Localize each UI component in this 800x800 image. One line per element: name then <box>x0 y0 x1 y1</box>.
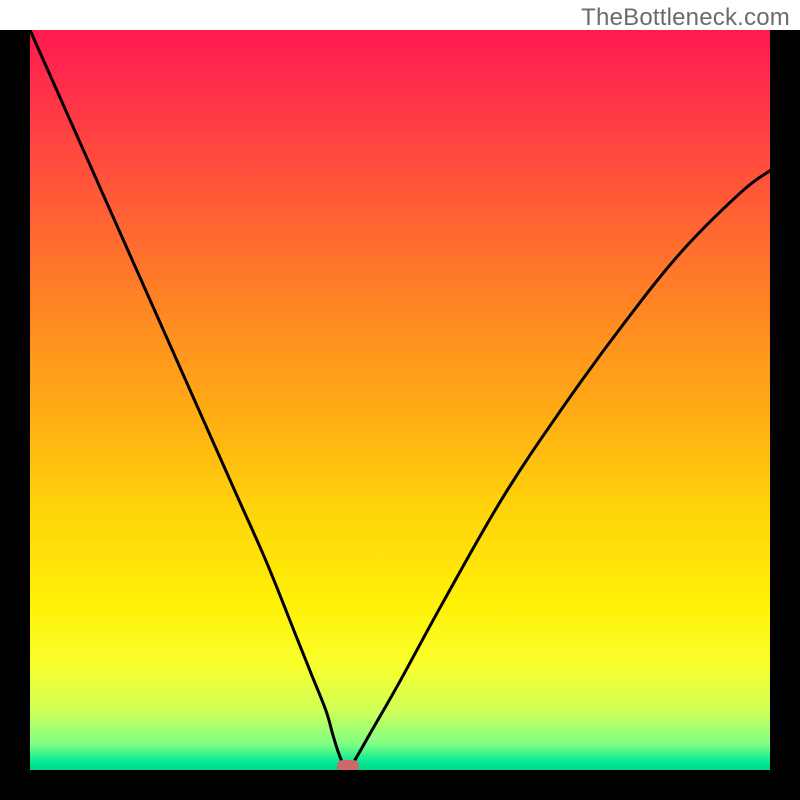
chart-frame <box>0 30 800 800</box>
minimum-marker <box>337 760 359 770</box>
plot-area <box>30 30 770 770</box>
chart-root: { "watermark": "TheBottleneck.com", "col… <box>0 0 800 800</box>
bottleneck-curve <box>30 30 770 770</box>
watermark-text: TheBottleneck.com <box>581 4 790 32</box>
